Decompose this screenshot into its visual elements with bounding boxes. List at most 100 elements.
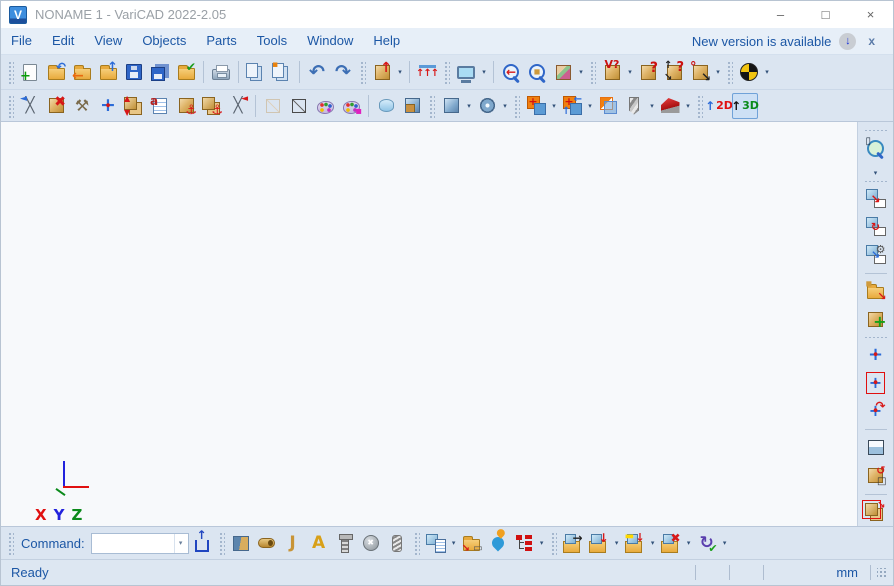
sidebar-overflow-dropdown[interactable]: ▾ [868, 169, 884, 177]
toolbar-grip[interactable] [864, 336, 888, 338]
save-part-as-dropdown[interactable]: ▾ [648, 530, 658, 556]
close-button[interactable]: × [848, 1, 893, 28]
bolt-button[interactable] [332, 530, 358, 556]
export-part-button[interactable]: → [560, 530, 586, 556]
save-part-as-button[interactable]: ▬↓ [622, 530, 648, 556]
minimize-button[interactable]: – [758, 1, 803, 28]
toolbar-grip[interactable] [864, 180, 888, 182]
text-3d-button[interactable]: A [306, 530, 332, 556]
rotated-solids-button[interactable] [474, 93, 500, 119]
zoom-previous-button[interactable]: ← [498, 59, 524, 85]
open-file-button[interactable]: ↶ [43, 59, 69, 85]
drill-holes-dropdown[interactable]: ▾ [647, 92, 657, 119]
assembly-tree-dropdown[interactable]: ▾ [537, 530, 547, 556]
print-button[interactable] [208, 59, 234, 85]
solid-surfaces-dropdown[interactable]: ▾ [683, 92, 693, 119]
menu-tools[interactable]: Tools [247, 28, 297, 54]
boolean-add-button[interactable] [523, 93, 549, 119]
view-from-solid-button[interactable]: ↘ [863, 186, 889, 212]
spring-button[interactable] [384, 530, 410, 556]
copy-with-basepoint-button[interactable]: ▪ [269, 59, 295, 85]
fan-button[interactable]: ✖ [358, 530, 384, 556]
edit-tools-button[interactable]: ⚒ [69, 93, 95, 119]
command-history-dropdown[interactable]: ▾ [174, 534, 187, 553]
fix-object-button[interactable]: ⚓ [173, 93, 199, 119]
center-of-gravity-dropdown[interactable]: ▾ [762, 57, 772, 87]
toolbar-grip[interactable] [550, 531, 557, 555]
select-solid-button[interactable] [373, 93, 399, 119]
move-objects-button[interactable]: +● [95, 93, 121, 119]
toolbar-grip[interactable] [864, 129, 888, 131]
open-from-library-button[interactable]: ↑ [95, 59, 121, 85]
save-part-button[interactable]: ↓ [586, 530, 612, 556]
toolbar-grip[interactable] [428, 94, 435, 118]
measure-diagonal-button[interactable]: ↘° [687, 59, 713, 85]
zoom-all-button[interactable]: ◼ [524, 59, 550, 85]
toolbar-grip[interactable] [7, 531, 14, 555]
display-options-dropdown[interactable]: ▾ [479, 57, 489, 87]
open-part-view-button[interactable]: ▭↘ [459, 530, 485, 556]
boolean-add-move-button[interactable]: ↑← [559, 93, 585, 119]
maximize-button[interactable]: □ [803, 1, 848, 28]
tube-segment-button[interactable] [254, 530, 280, 556]
lift-solids-button[interactable]: ↑↑↑ [414, 59, 440, 85]
boolean-add-dropdown[interactable]: ▾ [549, 92, 559, 119]
unit-indicator[interactable]: mm [824, 565, 870, 580]
save-button[interactable] [121, 59, 147, 85]
menu-file[interactable]: File [1, 28, 42, 54]
copy-3d-path-button[interactable]: ↘ [863, 499, 889, 525]
snap-point-button[interactable]: ╳◄ [225, 93, 251, 119]
toolbar-grip[interactable] [726, 60, 733, 84]
display-options-button[interactable] [453, 59, 479, 85]
save-part-dropdown[interactable]: ▾ [612, 530, 622, 556]
snap-mode-button[interactable]: ╳◄ [17, 93, 43, 119]
redo-button[interactable]: ↷ [330, 59, 356, 85]
move-3d-step-button[interactable]: +● [863, 370, 889, 396]
liquid-volume-button[interactable] [485, 530, 511, 556]
view-orientation-button[interactable] [550, 59, 576, 85]
resize-grip[interactable] [877, 568, 887, 578]
copy-to-clipboard-button[interactable] [243, 59, 269, 85]
measure-diagonal-dropdown[interactable]: ▾ [713, 57, 723, 87]
bill-of-materials-button[interactable] [423, 530, 449, 556]
insert-block-button[interactable]: ↑ [369, 59, 395, 85]
toolbar-grip[interactable] [513, 94, 520, 118]
switch-to-3d-button[interactable]: 3D [732, 93, 758, 119]
switch-to-2d-button[interactable]: 2D [706, 93, 732, 119]
wireframe-hidden-button[interactable] [260, 93, 286, 119]
toolbar-grip[interactable] [413, 531, 420, 555]
view-orientation-dropdown[interactable]: ▾ [576, 57, 586, 87]
insert-block-dropdown[interactable]: ▾ [395, 57, 405, 87]
measure-distance-button[interactable]: ↑?↘ [661, 59, 687, 85]
select-face-button[interactable] [399, 93, 425, 119]
menu-help[interactable]: Help [363, 28, 410, 54]
boolean-intersection-button[interactable] [595, 93, 621, 119]
toolbar-grip[interactable] [359, 60, 366, 84]
copy-objects-button[interactable]: ▲▼ [121, 93, 147, 119]
view-from-solid-rotated-button[interactable]: ↻ [863, 214, 889, 240]
command-input[interactable] [92, 535, 174, 552]
toolbar-grip[interactable] [7, 94, 14, 118]
toolbar-grip[interactable] [696, 94, 703, 118]
measure-volume-button[interactable]: V? [599, 59, 625, 85]
update-assembly-button[interactable]: ↻✔ [694, 530, 720, 556]
fix-objects-button[interactable]: ⚓ [199, 93, 225, 119]
menu-window[interactable]: Window [297, 28, 363, 54]
center-of-gravity-button[interactable] [736, 59, 762, 85]
toolbar-grip[interactable] [7, 60, 14, 84]
undo-button[interactable]: ↶ [304, 59, 330, 85]
color-by-selection-button[interactable]: ▪ [338, 93, 364, 119]
view-from-solid-settings-button[interactable]: ⚙↘ [863, 242, 889, 268]
zoom-document-button[interactable]: ▯ [863, 135, 889, 161]
rotate-3d-button[interactable]: +↷● [863, 398, 889, 424]
rotated-solids-dropdown[interactable]: ▾ [500, 92, 510, 119]
solid-surfaces-button[interactable] [657, 93, 683, 119]
insert-from-library-button[interactable]: ◼↘ [863, 278, 889, 304]
assembly-tree-button[interactable] [511, 530, 537, 556]
menu-edit[interactable]: Edit [42, 28, 84, 54]
new-document-button[interactable]: + [17, 59, 43, 85]
measure-object-button[interactable]: ? [635, 59, 661, 85]
pattern-objects-button[interactable]: + [863, 306, 889, 332]
move-3d-button[interactable]: +● [863, 342, 889, 368]
remove-part-button[interactable]: ✖ [658, 530, 684, 556]
